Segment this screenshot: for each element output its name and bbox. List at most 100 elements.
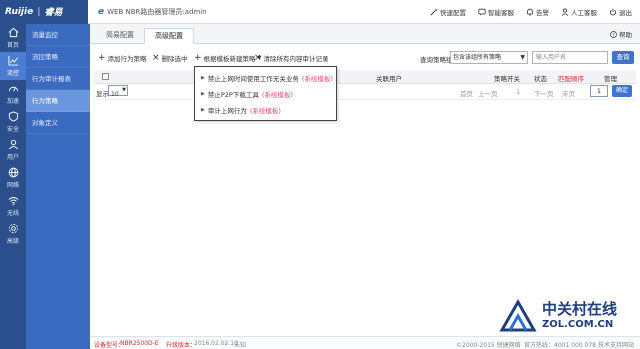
nav-item-label: 用户 — [6, 154, 19, 161]
delete-selected-label: 删除选中 — [161, 55, 188, 63]
page-size-select[interactable]: 10 ▼ — [108, 85, 128, 98]
caret-right-icon: ▶ — [201, 107, 205, 113]
sub-nav: 流量监控 流控策略 行为审计报表 行为策略 对象定义 — [26, 24, 90, 349]
page-number-input[interactable]: 1 — [590, 85, 608, 97]
close-icon: × — [152, 53, 160, 63]
table-header: 关联用户 策略开关 状态 匹配顺序 管理 — [94, 70, 636, 84]
go-page-button[interactable]: 确定 — [612, 85, 632, 97]
pager-next[interactable]: 下一页 — [534, 88, 554, 98]
add-policy-label: 添加行为策略 — [107, 55, 147, 63]
nav-item-user[interactable]: 用户 — [0, 136, 26, 164]
alarm-button[interactable]: 告警 — [526, 7, 549, 17]
version-status: 未知 — [234, 342, 247, 349]
globe-icon — [8, 167, 18, 178]
policy-table: 关联用户 策略开关 状态 匹配顺序 管理 显示: 10 ▼ 首页 上一页 1 下… — [94, 70, 636, 100]
nav-item-label: 网络 — [6, 182, 19, 189]
pager-last[interactable]: 末页 — [562, 88, 575, 98]
tab-advanced-config[interactable]: 高级配置 — [144, 28, 194, 44]
router-admin-app: Ruijie | 睿易 e WEB NBR路由器管理员:admin 快速配置 智… — [0, 0, 640, 349]
dropdown-item-label: 审计上网行为 — [207, 107, 247, 115]
zol-logo-icon — [499, 298, 537, 332]
search-button[interactable]: 查询 — [612, 51, 634, 64]
col-switch: 策略开关 — [494, 75, 520, 83]
help-label: 帮助 — [619, 31, 632, 39]
wand-icon — [430, 8, 438, 16]
nav-item-home[interactable]: 首页 — [0, 24, 26, 52]
copyright: ©2000-2015 锐捷网络 — [456, 342, 521, 349]
subnav-item-audit-report[interactable]: 行为审计报表 — [26, 68, 90, 90]
watermark-url: ZOL.COM.CN — [542, 319, 614, 330]
tab-bar: 简易配置 高级配置 ? 帮助 — [90, 24, 640, 44]
caret-right-icon: ▶ — [201, 91, 205, 97]
smart-service-button[interactable]: 智能客服 — [478, 7, 514, 17]
pager-first[interactable]: 首页 — [460, 88, 473, 98]
select-all-checkbox[interactable] — [102, 73, 109, 80]
person-icon — [561, 8, 569, 16]
status-footer: 设备型号： NBR2500D-E 升级版本： 2016.02.02.10 未知 … — [90, 336, 640, 349]
brand-logo-cn: 睿易 — [44, 8, 63, 18]
system-template-tag: (系统模板) — [249, 107, 281, 115]
col-match-order: 匹配顺序 — [558, 75, 584, 83]
quick-config-label: 快速配置 — [440, 9, 466, 17]
tab-simple-config[interactable]: 简易配置 — [96, 28, 144, 44]
user-icon — [8, 139, 18, 150]
chevron-down-icon: ▼ — [520, 54, 525, 61]
nav-item-accelerate[interactable]: 加速 — [0, 80, 26, 108]
human-service-button[interactable]: 人工客服 — [561, 7, 597, 17]
dropdown-item-template[interactable]: ▶ 禁止P2P下载工具 (系统模板) — [195, 86, 336, 102]
power-icon — [609, 8, 617, 16]
brand-logo: Ruijie | 睿易 — [0, 0, 88, 24]
subnav-item-flow-policy[interactable]: 流控策略 — [26, 46, 90, 68]
policy-group-select[interactable]: 包含该组所有策略 ▼ — [450, 51, 528, 64]
nav-item-label: 安全 — [6, 126, 19, 133]
caret-right-icon: ▶ — [201, 75, 205, 81]
close-icon: × — [254, 53, 262, 63]
bell-icon — [527, 8, 533, 16]
human-service-label: 人工客服 — [571, 9, 597, 17]
delete-selected-button[interactable]: × 删除选中 — [152, 53, 188, 64]
nav-item-wireless[interactable]: 无线 — [0, 192, 26, 220]
help-button[interactable]: ? 帮助 — [610, 29, 632, 39]
col-status: 状态 — [534, 75, 547, 83]
brand-logo-text: Ruijie — [5, 6, 34, 17]
eweb-mark: e — [98, 6, 105, 17]
col-user: 关联用户 — [376, 75, 402, 83]
system-template-tag: (系统模板) — [301, 75, 333, 83]
page-size-value: 10 — [111, 91, 119, 98]
system-template-tag: (系统模板) — [261, 91, 293, 99]
plus-icon: + — [98, 53, 106, 63]
nav-item-flow-control[interactable]: 流控 — [0, 52, 26, 80]
subnav-item-flow-monitor[interactable]: 流量监控 — [26, 24, 90, 46]
pager-prev[interactable]: 上一页 — [478, 88, 498, 98]
template-dropdown-menu: ▶ 禁止上网时间使用工作无关业务 (系统模板) ▶ 禁止P2P下载工具 (系统模… — [194, 66, 337, 121]
version-value: 2016.02.02.10 — [194, 340, 238, 347]
nav-item-network[interactable]: 网络 — [0, 164, 26, 192]
product-name: WEB NBR路由器管理员:admin — [107, 7, 207, 16]
nav-item-label: 首页 — [6, 42, 19, 49]
username-search-input[interactable]: 输入用户名 — [532, 51, 608, 64]
dropdown-item-template[interactable]: ▶ 审计上网行为 (系统模板) — [195, 102, 336, 118]
template-new-button[interactable]: + 根据模板新建策略 ▼ — [194, 53, 261, 64]
dropdown-item-label: 禁止P2P下载工具 — [207, 91, 259, 99]
support-link[interactable]: 技术支持网站 — [598, 340, 634, 349]
subnav-item-behavior-policy[interactable]: 行为策略 — [26, 90, 90, 112]
pager-current: 1 — [516, 88, 521, 96]
subnav-item-object-definition[interactable]: 对象定义 — [26, 112, 90, 134]
logout-button[interactable]: 退出 — [609, 7, 632, 17]
shield-icon — [8, 111, 18, 122]
chat-icon — [478, 8, 486, 16]
dropdown-item-template[interactable]: ▶ 禁止上网时间使用工作无关业务 (系统模板) — [195, 70, 336, 86]
home-icon — [8, 27, 18, 38]
add-policy-button[interactable]: + 添加行为策略 — [98, 53, 147, 64]
quick-config-button[interactable]: 快速配置 — [430, 7, 466, 17]
nav-item-advanced[interactable]: 高级 — [0, 220, 26, 248]
col-manage: 管理 — [604, 75, 617, 83]
version-label: 升级版本： — [166, 342, 197, 349]
template-new-label: 根据模板新建策略 — [203, 55, 256, 63]
clear-audit-button[interactable]: × 清除所有内容审计记录 — [254, 53, 329, 64]
model-value: NBR2500D-E — [120, 340, 159, 347]
nav-item-security[interactable]: 安全 — [0, 108, 26, 136]
chevron-down-icon: ▼ — [122, 87, 126, 93]
help-icon: ? — [610, 30, 617, 38]
main-nav: 首页 流控 加速 安全 用户 网络 无线 高级 — [0, 24, 26, 349]
